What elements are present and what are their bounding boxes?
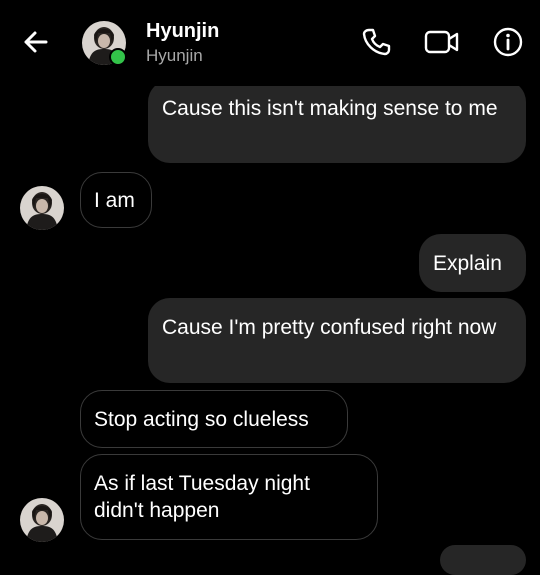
- contact-name[interactable]: Hyunjin: [146, 20, 219, 43]
- message-incoming[interactable]: As if last Tuesday night didn't happen: [80, 454, 378, 540]
- avatar-photo: [20, 498, 64, 542]
- chat-header: Hyunjin Hyunjin: [0, 0, 540, 86]
- message-incoming[interactable]: Stop acting so clueless: [80, 390, 348, 448]
- avatar-photo: [20, 186, 64, 230]
- message-outgoing[interactable]: Cause I'm pretty confused right now: [148, 298, 526, 383]
- message-outgoing-partial[interactable]: [440, 545, 526, 575]
- contact-username[interactable]: Hyunjin: [146, 46, 203, 66]
- online-status-indicator: [109, 48, 127, 66]
- message-text: Cause I'm pretty confused right now: [162, 316, 497, 339]
- message-text: As if last Tuesday night didn't happen: [94, 472, 310, 522]
- phone-icon[interactable]: [360, 26, 392, 58]
- contact-avatar[interactable]: [20, 498, 64, 542]
- back-arrow-icon[interactable]: [20, 28, 52, 56]
- message-outgoing[interactable]: Explain: [419, 234, 526, 292]
- contact-avatar[interactable]: [20, 186, 64, 230]
- video-call-icon[interactable]: [424, 26, 460, 58]
- message-text: Explain: [433, 252, 502, 275]
- message-text: I am: [94, 189, 135, 212]
- info-icon[interactable]: [492, 26, 524, 58]
- message-text: Stop acting so clueless: [94, 408, 309, 431]
- message-outgoing[interactable]: Cause this isn't making sense to me: [148, 80, 526, 163]
- message-incoming[interactable]: I am: [80, 172, 152, 228]
- message-text: Cause this isn't making sense to me: [162, 97, 498, 120]
